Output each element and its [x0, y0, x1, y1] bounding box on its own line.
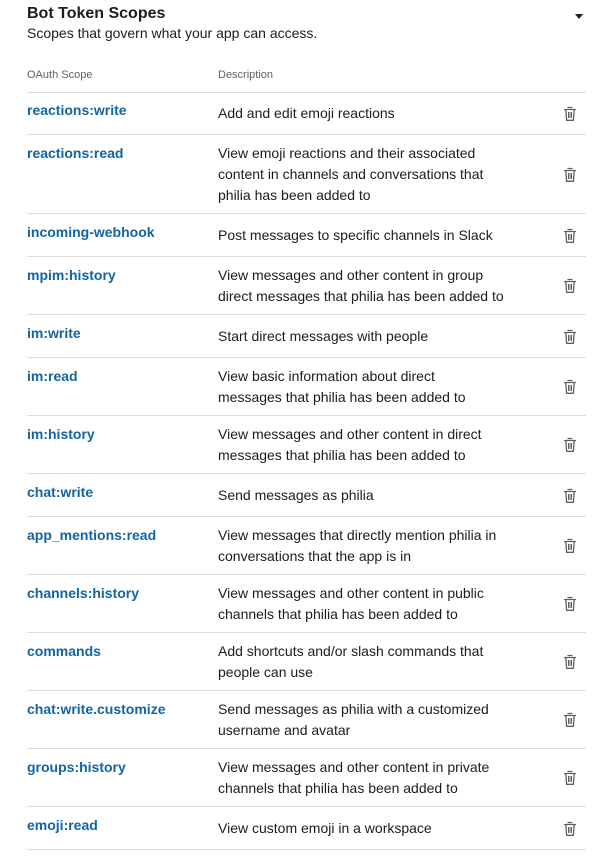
scope-name-link[interactable]: reactions:write [27, 101, 127, 119]
scope-name-link[interactable]: commands [27, 642, 101, 660]
trash-icon[interactable] [563, 437, 577, 453]
scope-description: Add shortcuts and/or slash commands that… [218, 641, 518, 683]
scope-row: reactions:read View emoji reactions and t… [27, 135, 586, 214]
scope-description: View messages and other content in priva… [218, 757, 518, 799]
scope-description-line: channels that philia has been added to [218, 780, 458, 796]
scope-name-link[interactable]: chat:write.customize [27, 700, 165, 718]
scope-name-link[interactable]: app_mentions:read [27, 526, 156, 544]
scope-description: Send messages as philia with a customize… [218, 699, 518, 741]
scope-description: View messages and other content in publi… [218, 583, 518, 625]
scope-description: View basic information about direct messa… [218, 366, 518, 408]
scope-name-link[interactable]: im:read [27, 367, 78, 385]
scope-row: im:read View basic information about dire… [27, 358, 586, 416]
scope-description-line: direct messages that philia has been add… [218, 288, 504, 304]
scope-name-link[interactable]: reactions:read [27, 144, 123, 162]
scope-description-line: Add shortcuts and/or slash commands that [218, 643, 484, 659]
scope-description: Add and edit emoji reactions [218, 103, 518, 124]
trash-icon[interactable] [563, 770, 577, 786]
bot-token-scopes-header: Bot Token Scopes Scopes that govern what… [27, 4, 587, 41]
trash-icon[interactable] [563, 379, 577, 395]
scope-row: im:history View messages and other conten… [27, 416, 586, 474]
column-header-oauth-scope: OAuth Scope [27, 69, 93, 81]
scope-description: Send messages as philia [218, 485, 518, 506]
scope-description-line: Send messages as philia with a customize… [218, 701, 489, 717]
trash-icon[interactable] [563, 538, 577, 554]
trash-icon[interactable] [563, 167, 577, 183]
scope-description-line: View messages and other content in publi… [218, 585, 484, 601]
scope-row: app_mentions:read View messages that dire… [27, 517, 586, 575]
trash-icon[interactable] [563, 228, 577, 244]
scope-name-link[interactable]: mpim:history [27, 266, 116, 284]
trash-icon[interactable] [563, 654, 577, 670]
scope-name-link[interactable]: im:write [27, 324, 81, 342]
trash-icon[interactable] [563, 278, 577, 294]
trash-icon[interactable] [563, 106, 577, 122]
scope-description-line: messages that philia has been added to [218, 389, 466, 405]
scope-description: View messages and other content in direc… [218, 424, 518, 466]
scope-description-line: messages that philia has been added to [218, 447, 466, 463]
scope-description: Start direct messages with people [218, 326, 518, 347]
scope-name-link[interactable]: incoming-webhook [27, 223, 155, 241]
scope-row: im:write Start direct messages with peopl… [27, 315, 586, 358]
scope-description-line: Add and edit emoji reactions [218, 105, 395, 121]
scope-row: reactions:write Add and edit emoji reacti… [27, 92, 586, 135]
scope-row: commands Add shortcuts and/or slash comma… [27, 633, 586, 691]
trash-icon[interactable] [563, 488, 577, 504]
trash-icon[interactable] [563, 821, 577, 837]
scope-description-line: View messages and other content in priva… [218, 759, 490, 775]
scope-row: groups:history View messages and other co… [27, 749, 586, 807]
scope-row: channels:history View messages and other … [27, 575, 586, 633]
scope-description-line: philia has been added to [218, 187, 371, 203]
trash-icon[interactable] [563, 329, 577, 345]
scope-description-line: username and avatar [218, 722, 351, 738]
scope-name-link[interactable]: emoji:read [27, 816, 98, 834]
section-subtitle: Scopes that govern what your app can acc… [27, 25, 318, 41]
scope-description: View messages that directly mention phil… [218, 525, 518, 567]
scope-name-link[interactable]: chat:write [27, 483, 93, 501]
scope-row: chat:write.customize Send messages as phi… [27, 691, 586, 749]
scope-description: View messages and other content in group… [218, 265, 518, 307]
scope-description: View emoji reactions and their associate… [218, 143, 518, 206]
scope-description-line: View messages and other content in group [218, 267, 484, 283]
scope-row: emoji:read View custom emoji in a workspa… [27, 807, 586, 850]
scope-description-line: channels that philia has been added to [218, 606, 458, 622]
trash-icon[interactable] [563, 596, 577, 612]
scope-description-line: conversations that the app is in [218, 548, 412, 564]
scope-row: mpim:history View messages and other cont… [27, 257, 586, 315]
scope-description-line: View emoji reactions and their associate… [218, 145, 476, 161]
scope-description: View custom emoji in a workspace [218, 818, 518, 839]
section-title: Bot Token Scopes [27, 5, 166, 22]
trash-icon[interactable] [563, 712, 577, 728]
scope-description-line: Post messages to specific channels in Sl… [218, 227, 493, 243]
scope-name-link[interactable]: im:history [27, 425, 95, 443]
scope-description-line: Send messages as philia [218, 487, 374, 503]
scope-description: Post messages to specific channels in Sl… [218, 225, 518, 246]
scope-row: incoming-webhook Post messages to specifi… [27, 214, 586, 257]
caret-down-icon[interactable] [573, 9, 585, 21]
scope-description-line: Start direct messages with people [218, 328, 429, 344]
scope-name-link[interactable]: groups:history [27, 758, 126, 776]
scope-description-line: View messages and other content in direc… [218, 426, 482, 442]
scope-description-line: View messages that directly mention phil… [218, 527, 497, 543]
scope-description-line: View basic information about direct [218, 368, 435, 384]
scope-name-link[interactable]: channels:history [27, 584, 139, 602]
column-header-description: Description [218, 69, 274, 81]
scope-description-line: content in channels and conversations th… [218, 166, 484, 182]
scope-description-line: View custom emoji in a workspace [218, 820, 432, 836]
scope-row: chat:write Send messages as philia [27, 474, 586, 517]
scope-description-line: people can use [218, 664, 313, 680]
